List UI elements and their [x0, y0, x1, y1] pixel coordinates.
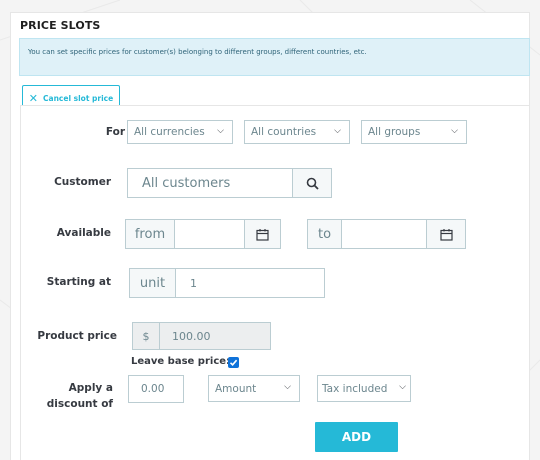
currency-select[interactable]: All currencies ⌵ — [127, 120, 233, 144]
group-select[interactable]: All groups ⌵ — [361, 120, 467, 144]
customer-label: Customer — [54, 176, 111, 188]
search-icon — [306, 177, 319, 190]
close-icon: ✕ — [28, 91, 39, 105]
product-price-value: 100.00 — [172, 329, 211, 343]
country-select-value: All countries — [251, 126, 317, 138]
cancel-button-label: Cancel slot price — [43, 93, 114, 103]
from-date-input[interactable] — [174, 219, 245, 249]
starting-at-label: Starting at — [46, 276, 111, 288]
starting-at-value: 1 — [190, 276, 197, 290]
leave-base-price-checkbox[interactable] — [228, 357, 239, 368]
tax-select[interactable]: Tax included ⌵ — [317, 375, 411, 402]
from-addon: from — [125, 219, 175, 249]
starting-at-input[interactable]: 1 — [175, 268, 325, 298]
chevron-down-icon: ⌵ — [284, 382, 291, 392]
currency-select-value: All currencies — [134, 126, 205, 138]
calendar-icon — [439, 228, 453, 241]
customer-search-placeholder: All customers — [142, 175, 231, 191]
discount-input[interactable]: 0.00 — [128, 375, 184, 403]
group-select-value: All groups — [368, 126, 421, 138]
available-label: Available — [56, 227, 111, 239]
to-calendar-button[interactable] — [426, 219, 466, 249]
from-calendar-button[interactable] — [244, 219, 281, 249]
checkmark-icon — [229, 359, 238, 366]
leave-base-price-label: Leave base price: — [131, 356, 231, 367]
chevron-down-icon: ⌵ — [334, 126, 341, 136]
customer-search-input[interactable]: All customers — [127, 168, 293, 198]
product-price-input: 100.00 — [159, 322, 271, 350]
chevron-down-icon: ⌵ — [217, 126, 224, 136]
price-slot-form: For All currencies ⌵ All countries ⌵ All… — [20, 105, 530, 460]
unit-addon: unit — [129, 268, 176, 298]
customer-search-button[interactable] — [292, 168, 332, 198]
chevron-down-icon: ⌵ — [451, 126, 458, 136]
calendar-icon — [256, 228, 269, 241]
discount-label-line2: discount of — [46, 398, 113, 410]
product-price-label: Product price — [37, 330, 117, 342]
chevron-down-icon: ⌵ — [399, 382, 406, 392]
discount-label-line1: Apply a — [68, 382, 113, 394]
country-select[interactable]: All countries ⌵ — [244, 120, 350, 144]
tax-select-value: Tax included — [322, 382, 388, 395]
currency-addon: $ — [132, 322, 160, 350]
for-label: For — [105, 126, 125, 138]
discount-type-select[interactable]: Amount ⌵ — [208, 375, 300, 402]
discount-value: 0.00 — [141, 383, 165, 395]
to-date-input[interactable] — [341, 219, 427, 249]
info-alert: You can set specific prices for customer… — [19, 38, 530, 76]
to-addon: to — [307, 219, 342, 249]
price-slots-panel: PRICE SLOTS You can set specific prices … — [10, 12, 530, 460]
section-title: PRICE SLOTS — [20, 19, 101, 32]
discount-type-value: Amount — [215, 382, 257, 395]
add-button[interactable]: ADD — [315, 422, 398, 452]
